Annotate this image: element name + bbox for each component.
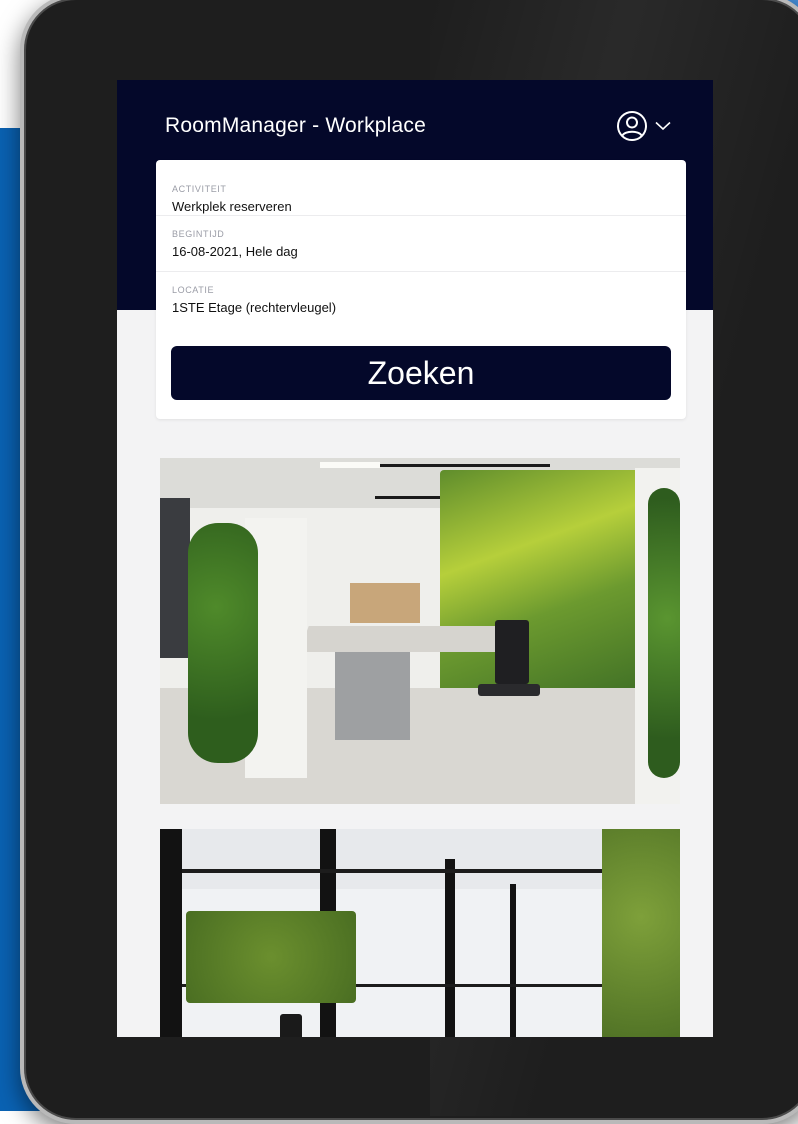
cabinet <box>350 583 420 623</box>
glass-frame-2 <box>445 859 455 1037</box>
activity-value: Werkplek reserveren <box>172 199 292 214</box>
start-time-value: 16-08-2021, Hele dag <box>172 244 298 259</box>
user-menu-button[interactable] <box>615 110 671 142</box>
chevron-down-icon <box>655 121 671 131</box>
glass-frame-left <box>160 829 182 1037</box>
activity-field[interactable]: ACTIVITEIT Werkplek reserveren <box>156 160 686 216</box>
search-form: ACTIVITEIT Werkplek reserveren BEGINTIJD… <box>156 160 686 419</box>
glass-rail <box>182 869 612 873</box>
glass-frame-3 <box>510 884 516 1037</box>
track-light <box>380 464 550 467</box>
start-time-field[interactable]: BEGINTIJD 16-08-2021, Hele dag <box>156 216 686 272</box>
workspace-photo-1[interactable] <box>160 458 680 804</box>
office-chair-seat <box>478 684 540 696</box>
plant-right <box>648 488 680 778</box>
search-button[interactable]: Zoeken <box>171 346 671 400</box>
location-label: LOCATIE <box>172 285 215 295</box>
office-chair <box>495 620 529 684</box>
moss-column <box>602 829 680 1037</box>
moss-panel <box>186 911 356 1003</box>
plant-panel <box>188 523 258 763</box>
green-wall <box>440 470 640 700</box>
start-time-label: BEGINTIJD <box>172 229 225 239</box>
activity-label: ACTIVITEIT <box>172 184 227 194</box>
chair <box>280 1014 302 1037</box>
tablet-screen: RoomManager - Workplace ACTIVITEIT Werkp… <box>117 80 713 1037</box>
ceiling-light <box>320 462 380 468</box>
doorway <box>160 498 190 658</box>
user-circle-icon <box>617 111 647 141</box>
location-value: 1STE Etage (rechtervleugel) <box>172 300 337 315</box>
location-field[interactable]: LOCATIE 1STE Etage (rechtervleugel) <box>156 272 686 328</box>
desk-drawers <box>335 652 410 740</box>
app-title: RoomManager - Workplace <box>165 114 426 137</box>
workspace-photo-2[interactable] <box>160 829 680 1037</box>
